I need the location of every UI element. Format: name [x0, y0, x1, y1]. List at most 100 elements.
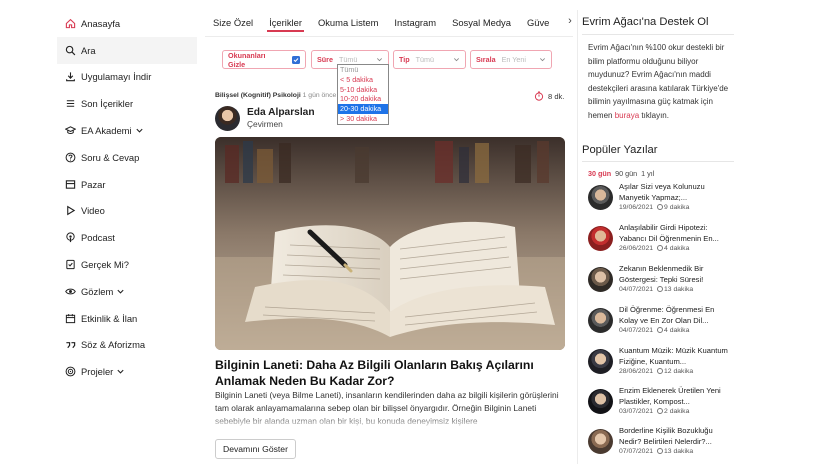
- type-filter[interactable]: Tip Tümü: [393, 50, 466, 69]
- sidebar-item-label: Etkinlik & İlan: [81, 312, 138, 324]
- author-role: Çevirmen: [247, 119, 283, 129]
- support-body-end: tıklayın.: [641, 110, 669, 120]
- article-meta: Bilişsel (Kognitif) Psikoloji 1 gün önce: [215, 92, 336, 99]
- tab-trust[interactable]: Güve: [519, 12, 557, 34]
- target-icon: [63, 365, 77, 379]
- tab-social-media[interactable]: Sosyal Medya: [444, 12, 519, 34]
- list-item[interactable]: Kuantum Müzik: Müzik Kuantum Fiziğine, K…: [588, 346, 734, 382]
- sort-filter[interactable]: Sırala En Yeni: [470, 50, 552, 69]
- duration-option[interactable]: 10-20 dakika: [338, 94, 388, 104]
- article-category[interactable]: Bilişsel (Kognitif) Psikoloji: [215, 92, 301, 99]
- list-item[interactable]: Enzim Eklenerek Üretilen Yeni Plastikler…: [588, 386, 734, 422]
- popular-title: Popüler Yazılar: [582, 144, 658, 156]
- hide-read-filter[interactable]: Okunanları Gizle: [222, 50, 306, 69]
- sidebar-item-home[interactable]: Anasayfa: [57, 10, 197, 37]
- duration-option[interactable]: > 30 dakika: [338, 114, 388, 124]
- sidebar-item-quotes[interactable]: Söz & Aforizma: [57, 332, 197, 359]
- sidebar-item-fact-check[interactable]: Gerçek Mi?: [57, 251, 197, 278]
- popular-item-title[interactable]: Zekanın Beklenmedik Bir Göstergesi: Tepk…: [619, 264, 733, 285]
- checkbox-checked-icon[interactable]: [292, 55, 300, 64]
- sort-value: En Yeni: [501, 55, 526, 64]
- period-1-year[interactable]: 1 yıl: [641, 169, 654, 178]
- stopwatch-icon: [534, 91, 544, 101]
- sidebar-item-label: Son İçerikler: [81, 98, 134, 110]
- clock-icon: [657, 245, 664, 251]
- sidebar-item-label: Pazar: [81, 178, 106, 190]
- sidebar-item-shop[interactable]: Pazar: [57, 171, 197, 198]
- play-icon: [63, 204, 77, 218]
- list-item[interactable]: Dil Öğrenme: Öğrenmesi En Kolay ve En Zo…: [588, 305, 734, 341]
- tab-instagram[interactable]: Instagram: [386, 12, 444, 34]
- graduation-cap-icon: [63, 124, 77, 138]
- chevron-right-icon[interactable]: ›: [564, 15, 576, 27]
- type-label: Tip: [399, 55, 410, 64]
- list-item[interactable]: Borderline Kişilik Bozukluğu Nedir? Beli…: [588, 426, 734, 462]
- sidebar: Anasayfa Ara Uygulamayı İndir Son İçerik…: [57, 10, 197, 385]
- clock-icon: [657, 286, 664, 292]
- popular-item-title[interactable]: Borderline Kişilik Bozukluğu Nedir? Beli…: [619, 426, 733, 447]
- list-item[interactable]: Zekanın Beklenmedik Bir Göstergesi: Tepk…: [588, 264, 734, 300]
- duration-option-selected[interactable]: 20-30 dakika: [338, 104, 388, 114]
- popular-item-title[interactable]: Aşılar Sizi veya Kolunuzu Manyetik Yapma…: [619, 182, 733, 203]
- sidebar-item-download[interactable]: Uygulamayı İndir: [57, 64, 197, 91]
- tab-for-you[interactable]: Size Özel: [205, 12, 261, 34]
- duration-option[interactable]: Tümü: [338, 65, 388, 75]
- avatar: [588, 185, 613, 210]
- popular-item-meta: 07/07/2021 13 dakika: [619, 448, 694, 455]
- chevron-down-icon: [116, 287, 125, 296]
- duration-option[interactable]: < 5 dakika: [338, 75, 388, 85]
- popular-item-meta: 04/07/2021 4 dakika: [619, 327, 690, 334]
- read-time: 8 dk.: [534, 91, 564, 101]
- calendar-icon: [63, 311, 77, 325]
- author-name[interactable]: Eda Alparslan: [247, 107, 315, 119]
- excerpt-fade: [215, 415, 565, 429]
- popular-item-title[interactable]: Kuantum Müzik: Müzik Kuantum Fiziğine, K…: [619, 346, 733, 367]
- avatar: [588, 349, 613, 374]
- column-divider: [577, 10, 578, 464]
- clock-icon: [657, 204, 664, 210]
- popular-item-title[interactable]: Enzim Eklenerek Üretilen Yeni Plastikler…: [619, 386, 733, 407]
- tab-contents[interactable]: İçerikler: [261, 12, 310, 34]
- sidebar-item-podcast[interactable]: Podcast: [57, 224, 197, 251]
- sidebar-item-projects[interactable]: Projeler: [57, 358, 197, 385]
- period-30-days[interactable]: 30 gün: [588, 169, 611, 178]
- period-selector: 30 gün 90 gün 1 yıl: [588, 169, 654, 178]
- show-more-button[interactable]: Devamını Göster: [215, 439, 296, 459]
- duration-option[interactable]: 5-10 dakika: [338, 85, 388, 95]
- clock-icon: [657, 408, 664, 414]
- sidebar-item-label: Gerçek Mi?: [81, 259, 129, 271]
- article-image[interactable]: [215, 137, 565, 350]
- chevron-down-icon: [376, 56, 383, 63]
- popular-item-title[interactable]: Dil Öğrenme: Öğrenmesi En Kolay ve En Zo…: [619, 305, 733, 326]
- avatar[interactable]: [215, 106, 240, 131]
- sidebar-item-latest[interactable]: Son İçerikler: [57, 90, 197, 117]
- popular-item-title[interactable]: Anlaşılabilir Girdi Hipotezi: Yabancı Di…: [619, 223, 733, 244]
- chevron-down-icon: [453, 56, 460, 63]
- sidebar-item-academy[interactable]: EA Akademi: [57, 117, 197, 144]
- avatar: [588, 308, 613, 333]
- shop-icon: [63, 177, 77, 191]
- author[interactable]: Eda Alparslan Çevirmen: [215, 106, 315, 131]
- download-icon: [63, 70, 77, 84]
- check-book-icon: [63, 258, 77, 272]
- sidebar-item-qa[interactable]: Soru & Cevap: [57, 144, 197, 171]
- sidebar-item-label: Video: [81, 205, 105, 217]
- sidebar-item-label: Gözlem: [81, 285, 114, 297]
- list-icon: [63, 97, 77, 111]
- sort-label: Sırala: [476, 55, 496, 64]
- support-link[interactable]: buraya: [615, 111, 639, 120]
- sidebar-item-video[interactable]: Video: [57, 198, 197, 225]
- tab-reading-list[interactable]: Okuma Listem: [310, 12, 386, 34]
- sidebar-item-observation[interactable]: Gözlem: [57, 278, 197, 305]
- article-title[interactable]: Bilginin Laneti: Daha Az Bilgili Olanlar…: [215, 357, 565, 389]
- clock-icon: [657, 327, 664, 333]
- list-item[interactable]: Anlaşılabilir Girdi Hipotezi: Yabancı Di…: [588, 223, 734, 259]
- list-item[interactable]: Aşılar Sizi veya Kolunuzu Manyetik Yapma…: [588, 182, 734, 218]
- question-icon: [63, 150, 77, 164]
- content-tabs: Size Özel İçerikler Okuma Listem Instagr…: [205, 12, 573, 34]
- sidebar-item-events[interactable]: Etkinlik & İlan: [57, 305, 197, 332]
- sidebar-item-label: Anasayfa: [81, 17, 121, 29]
- clock-icon: [657, 368, 664, 374]
- sidebar-item-search[interactable]: Ara: [57, 36, 197, 64]
- period-90-days[interactable]: 90 gün: [615, 169, 637, 178]
